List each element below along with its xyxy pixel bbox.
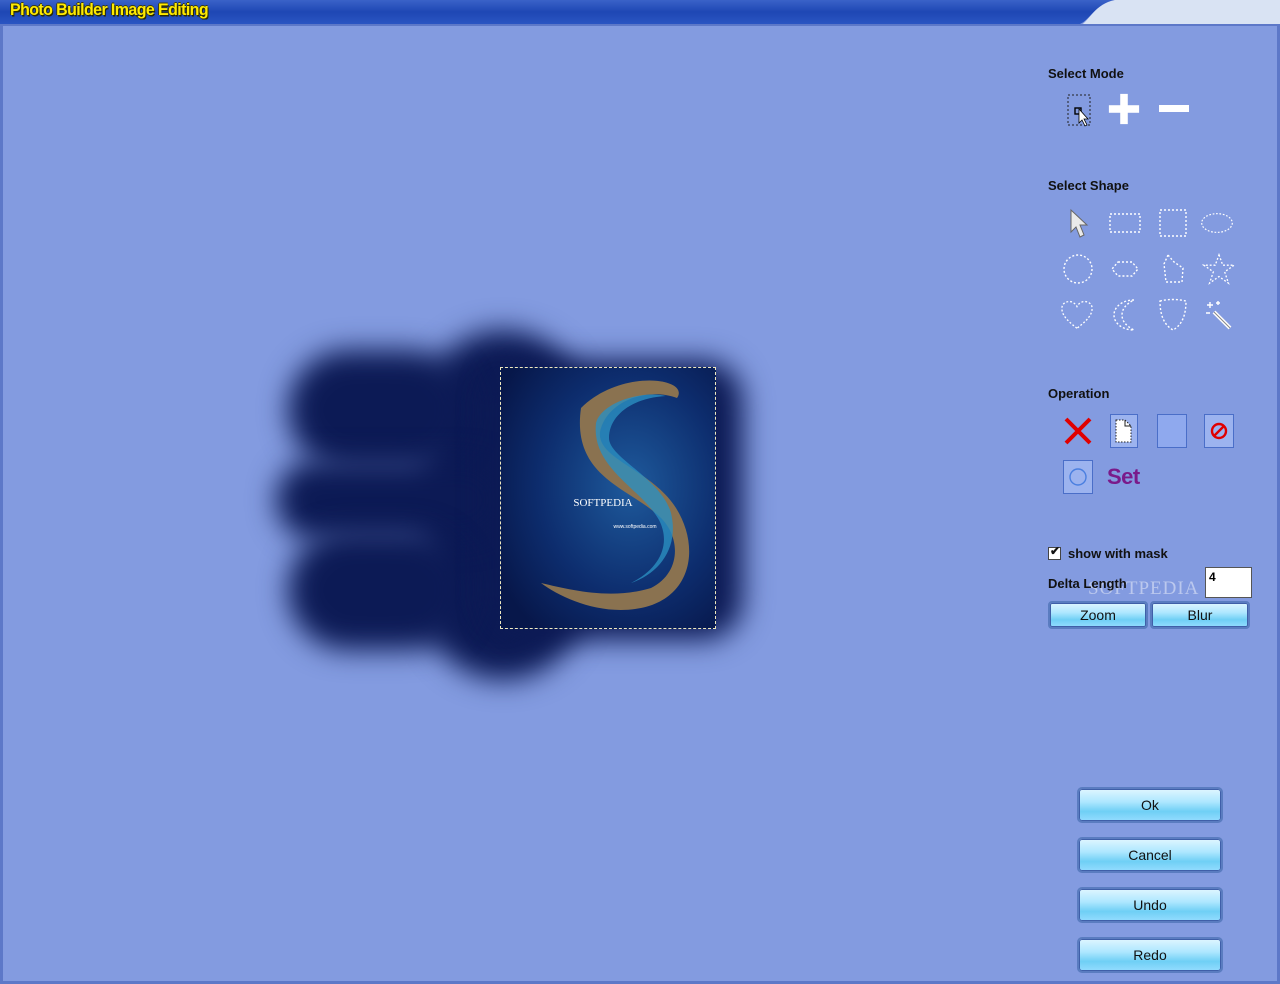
shape-moon[interactable] <box>1108 298 1142 332</box>
select-subtract-button[interactable] <box>1157 92 1191 126</box>
delete-x-icon <box>1064 417 1092 445</box>
circle-icon <box>1063 254 1093 284</box>
shape-pointer[interactable] <box>1061 206 1095 240</box>
diamond-icon <box>1111 261 1139 277</box>
mask-shape <box>276 460 506 540</box>
ok-button[interactable]: Ok <box>1077 787 1223 823</box>
set-button[interactable]: Set <box>1107 464 1140 490</box>
magic-wand-icon <box>1206 301 1232 330</box>
crescent-moon-icon <box>1113 299 1135 331</box>
no-entry-icon <box>1210 422 1228 440</box>
polygon-icon <box>1163 253 1184 283</box>
delta-length-input[interactable]: 4 <box>1205 567 1252 598</box>
operation-label: Operation <box>1048 386 1110 401</box>
clear-operation-button[interactable] <box>1157 414 1187 448</box>
show-with-mask-label: show with mask <box>1068 546 1168 561</box>
square-icon <box>1159 209 1187 237</box>
title-bar: Photo Builder Image Editing <box>0 0 1280 26</box>
delta-length-label: Delta Length <box>1048 576 1127 591</box>
shape-magic-wand[interactable] <box>1202 298 1236 332</box>
shape-square[interactable] <box>1156 206 1190 240</box>
page-icon <box>1115 419 1132 443</box>
select-add-button[interactable] <box>1107 92 1141 126</box>
heart-icon <box>1061 300 1093 330</box>
plus-icon <box>1108 93 1140 125</box>
cancel-operation-button[interactable] <box>1204 414 1234 448</box>
star-icon <box>1202 252 1236 285</box>
shape-star[interactable] <box>1202 252 1236 286</box>
circle-select-icon <box>1069 468 1087 486</box>
zoom-button[interactable]: Zoom <box>1048 601 1148 629</box>
shape-polygon[interactable] <box>1156 252 1190 286</box>
mask-shape <box>288 530 468 650</box>
shield-icon <box>1159 298 1187 331</box>
shape-heart[interactable] <box>1060 298 1094 332</box>
show-with-mask-checkbox[interactable]: ✔ <box>1048 544 1061 560</box>
select-new-button[interactable] <box>1062 94 1096 128</box>
rectangle-icon <box>1109 213 1141 233</box>
shape-shield[interactable] <box>1156 298 1190 332</box>
window-frame-left <box>0 24 3 984</box>
new-selection-icon <box>1067 94 1091 127</box>
invert-operation-button[interactable] <box>1063 460 1093 494</box>
blur-button[interactable]: Blur <box>1150 601 1250 629</box>
minus-icon <box>1159 105 1189 112</box>
shape-diamond[interactable] <box>1108 252 1142 286</box>
shape-circle[interactable] <box>1061 252 1095 286</box>
shape-rectangle[interactable] <box>1108 206 1142 240</box>
copy-operation-button[interactable] <box>1110 414 1138 448</box>
select-shape-label: Select Shape <box>1048 178 1129 193</box>
photo-selection[interactable]: SOFTPEDIA www.softpedia.com <box>500 367 716 629</box>
select-mode-label: Select Mode <box>1048 66 1124 81</box>
undo-button[interactable]: Undo <box>1077 887 1223 923</box>
show-with-mask-option[interactable]: ✔ show with mask <box>1048 544 1168 561</box>
arrow-pointer-icon <box>1070 208 1089 238</box>
redo-button[interactable]: Redo <box>1077 937 1223 973</box>
ellipse-icon <box>1201 213 1233 233</box>
delete-operation-button[interactable] <box>1061 414 1095 448</box>
photo-brand-text: SOFTPEDIA <box>573 497 632 509</box>
blank-frame-icon <box>1160 417 1184 445</box>
window-title: Photo Builder Image Editing <box>10 1 209 20</box>
island-photo: SOFTPEDIA www.softpedia.com <box>501 368 715 628</box>
cancel-button[interactable]: Cancel <box>1077 837 1223 873</box>
mask-shape <box>288 350 468 470</box>
photo-url-text: www.softpedia.com <box>613 524 656 530</box>
shape-ellipse[interactable] <box>1200 206 1234 240</box>
